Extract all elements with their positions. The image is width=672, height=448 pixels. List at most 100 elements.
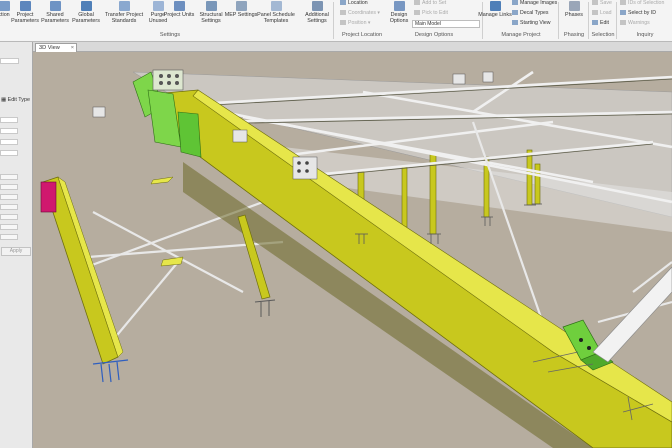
pick-to-edit-label: Pick to Edit xyxy=(422,10,448,16)
select-by-id-icon xyxy=(620,10,626,15)
apply-button[interactable]: Apply xyxy=(1,247,31,256)
design-options-icon xyxy=(393,1,405,11)
property-field[interactable] xyxy=(0,204,18,210)
edit-selection-button[interactable]: Edit xyxy=(592,20,609,26)
edit-icon xyxy=(592,20,598,25)
project-units-label: Project Units xyxy=(163,12,195,18)
design-options-button[interactable]: Design Options xyxy=(384,1,414,24)
add-to-set-label: Add to Set xyxy=(422,0,447,6)
purge-icon xyxy=(152,1,164,11)
load-selection-button[interactable]: Load xyxy=(592,10,612,16)
pick-to-edit-button[interactable]: Pick to Edit xyxy=(414,10,448,16)
ids-label: IDs of Selection xyxy=(628,0,665,6)
starting-view-button[interactable]: Starting View xyxy=(512,20,550,26)
transfer-standards-label: Transfer Project Standards xyxy=(104,12,144,25)
edit-type-label: Edit Type xyxy=(7,97,30,103)
starting-view-label: Starting View xyxy=(520,20,551,26)
save-label: Save xyxy=(600,0,612,6)
manage-images-button[interactable]: Manage Images xyxy=(512,0,557,6)
load-icon xyxy=(592,10,598,15)
additional-settings-button[interactable]: Additional Settings xyxy=(299,1,335,24)
additional-settings-label: Additional Settings xyxy=(305,12,329,25)
project-units-button[interactable]: Project Units xyxy=(163,1,195,18)
globe-icon xyxy=(340,0,346,5)
type-selector[interactable] xyxy=(0,58,19,64)
design-option-value: Main Model xyxy=(415,21,441,27)
transfer-standards-button[interactable]: Transfer Project Standards xyxy=(102,1,146,24)
panel-schedule-icon xyxy=(270,1,282,11)
decal-icon xyxy=(512,10,518,15)
manage-images-label: Manage Images xyxy=(520,0,558,6)
select-by-id-label: Select by ID xyxy=(628,10,656,16)
pick-to-edit-icon xyxy=(414,10,420,15)
panel-schedule-button[interactable]: Panel Schedule Templates xyxy=(256,1,296,24)
add-to-set-button[interactable]: Add to Set xyxy=(414,0,446,6)
add-to-set-icon xyxy=(414,0,420,5)
3d-viewport[interactable] xyxy=(33,52,672,448)
edit-type-button[interactable]: ▦ Edit Type xyxy=(1,97,30,103)
mep-settings-label: MEP Settings xyxy=(224,12,258,18)
edit-type-icon: ▦ xyxy=(1,97,7,103)
units-icon xyxy=(173,1,185,11)
global-parameters-icon xyxy=(80,1,92,11)
coordinates-button[interactable]: Coordinates ▾ xyxy=(340,10,380,16)
property-field[interactable] xyxy=(0,117,18,123)
steel-structure-model xyxy=(33,52,672,448)
manage-links-button[interactable]: Manage Links xyxy=(478,1,512,18)
images-icon xyxy=(512,0,518,5)
group-project-location: Project Location xyxy=(341,32,383,38)
edit-label: Edit xyxy=(600,20,609,26)
load-label: Load xyxy=(600,10,612,16)
mep-settings-button[interactable]: MEP Settings xyxy=(223,1,259,18)
decal-types-label: Decal Types xyxy=(520,10,549,16)
panel-schedule-label: Panel Schedule Templates xyxy=(257,12,295,25)
location-button[interactable]: Location xyxy=(340,0,368,6)
property-field[interactable] xyxy=(0,150,18,156)
decal-types-button[interactable]: Decal Types xyxy=(512,10,548,16)
warnings-button[interactable]: Warnings xyxy=(620,20,650,26)
location-label: Location xyxy=(348,0,368,6)
save-selection-button[interactable]: Save xyxy=(592,0,612,6)
structural-settings-label: Structural Settings xyxy=(199,12,223,25)
structural-settings-icon xyxy=(205,1,217,11)
property-field[interactable] xyxy=(0,174,18,180)
group-settings: Settings xyxy=(159,32,181,38)
manage-links-label: Manage Links xyxy=(478,12,512,18)
property-field[interactable] xyxy=(0,184,18,190)
group-phasing: Phasing xyxy=(563,32,585,38)
design-options-label: Design Options xyxy=(389,12,409,25)
ids-icon xyxy=(620,0,626,5)
position-label: Position xyxy=(348,20,367,26)
select-by-id-button[interactable]: Select by ID xyxy=(620,10,656,16)
view-tab-bar: 3D View × xyxy=(33,42,672,52)
properties-panel: ▦ Edit Type Apply xyxy=(0,42,33,448)
mep-settings-icon xyxy=(235,1,247,11)
coordinates-label: Coordinates xyxy=(348,10,376,16)
starting-view-icon xyxy=(512,20,518,25)
position-icon xyxy=(340,20,346,25)
phases-icon xyxy=(568,1,580,11)
warnings-label: Warnings xyxy=(628,20,650,26)
phases-button[interactable]: Phases xyxy=(558,1,590,18)
position-button[interactable]: Position ▾ xyxy=(340,20,371,26)
coordinates-icon xyxy=(340,10,346,15)
global-parameters-button[interactable]: Global Parameters xyxy=(68,1,104,24)
design-option-select[interactable]: Main Model xyxy=(412,20,480,28)
additional-settings-icon xyxy=(311,1,323,11)
property-field[interactable] xyxy=(0,139,18,145)
property-field[interactable] xyxy=(0,214,18,220)
property-field[interactable] xyxy=(0,234,18,240)
tab-3d-view-label: 3D View xyxy=(39,45,60,51)
tab-3d-view[interactable]: 3D View × xyxy=(35,43,77,52)
manage-links-icon xyxy=(489,1,501,11)
ids-of-selection-button[interactable]: IDs of Selection xyxy=(620,0,664,6)
group-selection: Selection xyxy=(591,32,615,38)
project-parameters-label: Project Parameters xyxy=(11,12,39,25)
property-field[interactable] xyxy=(0,224,18,230)
close-icon[interactable]: × xyxy=(71,44,74,52)
property-field[interactable] xyxy=(0,194,18,200)
pink-connection-plate[interactable] xyxy=(40,181,57,213)
ribbon: ction Project Parameters Shared Paramete… xyxy=(0,0,672,42)
property-field[interactable] xyxy=(0,128,18,134)
group-design-options: Design Options xyxy=(414,32,454,38)
